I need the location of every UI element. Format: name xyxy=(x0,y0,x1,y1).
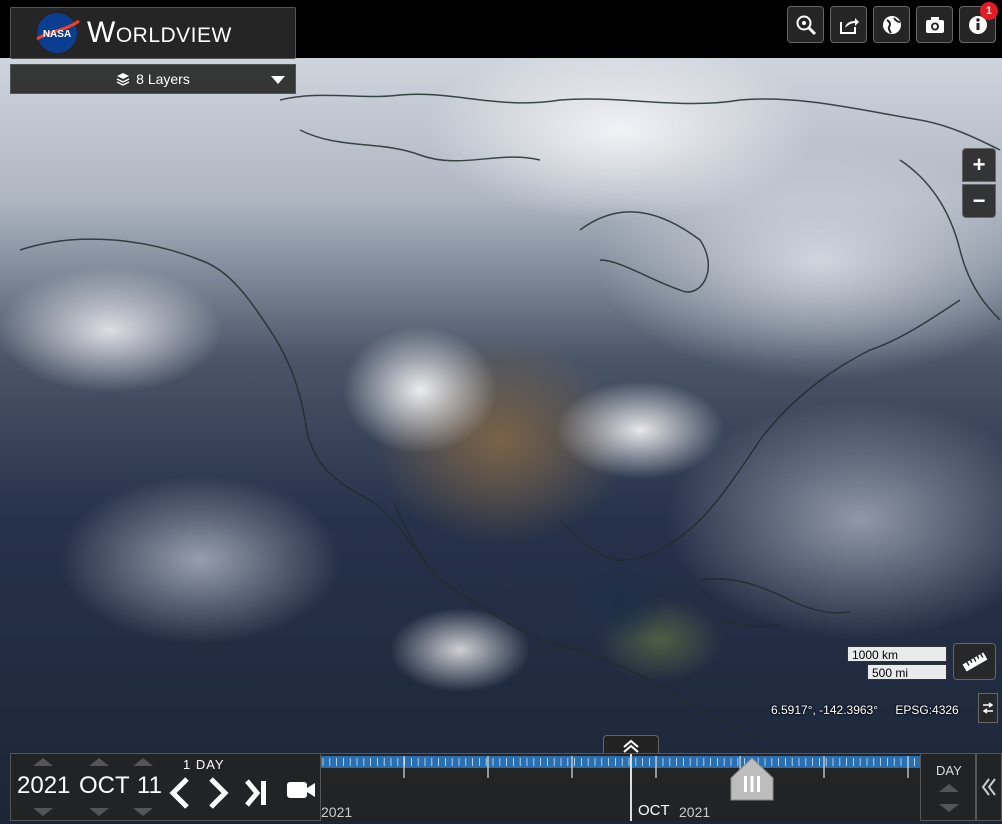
nasa-logo-icon: NASA xyxy=(36,13,80,53)
interval-label[interactable]: 1 DAY xyxy=(183,757,225,772)
double-chevron-left-icon xyxy=(981,778,996,796)
svg-text:NASA: NASA xyxy=(43,29,71,40)
zoom-level-up-arrow[interactable] xyxy=(939,784,959,792)
coordinates-latlon: 6.5917°, -142.3963° xyxy=(771,703,879,717)
month-increment-arrow[interactable] xyxy=(89,758,109,766)
zoom-search-icon xyxy=(796,15,816,35)
map-view[interactable] xyxy=(0,0,1002,824)
measure-button[interactable] xyxy=(953,643,996,680)
scale-mi-label: 500 mi xyxy=(867,664,947,680)
layers-toggle-button[interactable]: 8 Layers xyxy=(10,64,296,94)
timeline-year-label: 2021 xyxy=(321,804,353,820)
collapse-timeline-button[interactable] xyxy=(976,753,1002,821)
animation-video-button[interactable] xyxy=(286,780,316,800)
location-search-button[interactable] xyxy=(787,6,824,43)
timeline-month-label: OCT xyxy=(638,802,670,819)
zoom-controls: + − xyxy=(962,148,996,218)
day-decrement-arrow[interactable] xyxy=(133,808,153,816)
timeline-drag-handle[interactable] xyxy=(729,756,775,802)
timeline-zoom-level[interactable]: DAY xyxy=(920,753,976,821)
year-increment-arrow[interactable] xyxy=(33,758,53,766)
day-increment-arrow[interactable] xyxy=(133,758,153,766)
coordinates-readout[interactable]: 6.5917°, -142.3963° EPSG:4326 xyxy=(771,703,959,717)
double-chevron-up-icon xyxy=(623,739,639,753)
date-month-input[interactable]: OCT xyxy=(79,772,130,800)
layers-count-label: 8 Layers xyxy=(136,71,190,87)
brand-header[interactable]: NASA Worldview xyxy=(10,7,296,59)
app-title: Worldview xyxy=(87,16,232,49)
jump-to-latest-button[interactable] xyxy=(243,776,271,810)
zoom-in-button[interactable]: + xyxy=(962,148,996,182)
notification-badge: 1 xyxy=(980,2,998,20)
year-decrement-arrow[interactable] xyxy=(33,808,53,816)
month-decrement-arrow[interactable] xyxy=(89,808,109,816)
caret-down-icon xyxy=(271,76,285,84)
ruler-icon xyxy=(962,652,987,671)
projection-button[interactable] xyxy=(873,6,910,43)
timeline-expand-tab[interactable] xyxy=(603,735,659,755)
date-day-input[interactable]: 11 xyxy=(137,772,162,800)
top-toolbar: 1 xyxy=(787,2,998,43)
timeline-current-date-line xyxy=(630,754,632,821)
projection-globe-icon xyxy=(882,15,901,34)
info-button[interactable]: 1 xyxy=(959,2,998,43)
timeline-tick-bar xyxy=(321,756,920,778)
timeline-zoom-level-label: DAY xyxy=(936,763,962,778)
camera-icon xyxy=(925,16,944,33)
next-day-button[interactable] xyxy=(205,776,231,810)
zoom-out-button[interactable]: − xyxy=(962,184,996,218)
coordinate-format-toggle[interactable] xyxy=(978,693,998,723)
timeline-scrubber[interactable]: 2021 OCT 2021 xyxy=(321,753,920,821)
layers-icon xyxy=(116,73,130,86)
previous-day-button[interactable] xyxy=(167,776,193,810)
share-button[interactable] xyxy=(830,6,867,43)
timeline-available-data-bar xyxy=(321,756,920,768)
date-selector-panel: 2021 OCT 11 1 DAY xyxy=(10,753,321,821)
coordinates-projection: EPSG:4326 xyxy=(895,703,959,717)
timeline-month-year-label: 2021 xyxy=(679,804,711,820)
swap-arrows-icon xyxy=(982,702,994,714)
scale-km-label: 1000 km xyxy=(847,646,947,662)
snapshot-button[interactable] xyxy=(916,6,953,43)
coastline-overlay xyxy=(19,93,1001,741)
scale-bar: 1000 km 500 mi xyxy=(847,646,947,680)
share-icon xyxy=(839,17,859,34)
date-year-input[interactable]: 2021 xyxy=(17,772,70,800)
zoom-level-down-arrow[interactable] xyxy=(939,804,959,812)
